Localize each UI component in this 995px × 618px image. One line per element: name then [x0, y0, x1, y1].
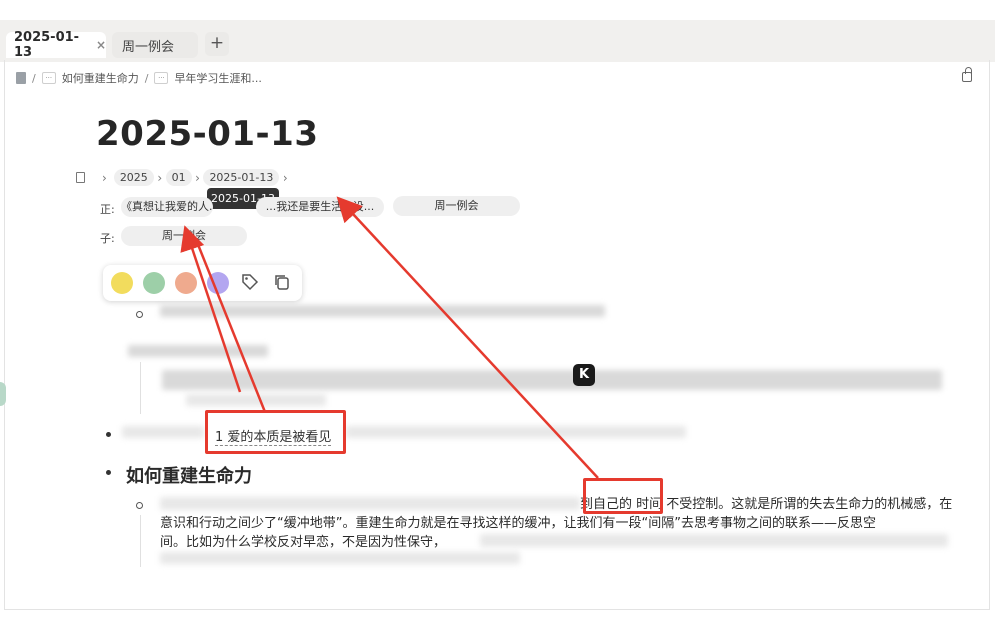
color-orange[interactable] [175, 272, 197, 294]
blurred-text [160, 305, 605, 317]
page-title: 2025-01-13 [96, 114, 319, 154]
color-toolbar [103, 265, 302, 301]
indent-guide [140, 515, 141, 567]
block-icon: ··· [154, 72, 169, 84]
path-month[interactable]: 01 [165, 169, 192, 186]
tab-weekly-meeting[interactable]: 周一例会 [112, 32, 198, 58]
document-icon[interactable] [16, 72, 26, 84]
tab-close-icon[interactable]: × [96, 38, 106, 52]
block-icon: ··· [41, 72, 56, 84]
breadcrumb-item-early-study[interactable]: 早年学习生涯和... [174, 70, 262, 86]
blurred-text [160, 497, 580, 510]
breadcrumb-separator: / [32, 71, 36, 85]
tab-label: 2025-01-13 [14, 30, 80, 60]
breadcrumb-item-rebuild-vitality[interactable]: 如何重建生命力 [62, 70, 139, 86]
list-bullet [106, 470, 111, 475]
color-yellow[interactable] [111, 272, 133, 294]
annotation-highlight-box [205, 410, 346, 454]
page-doc-icon[interactable] [76, 172, 85, 183]
content-left-border [4, 60, 5, 610]
tab-label: 周一例会 [122, 39, 175, 55]
list-bullet [136, 311, 143, 318]
window-top-strip [0, 0, 995, 26]
chevron-right-icon: › [157, 170, 163, 185]
content-bottom-border [4, 609, 990, 610]
chevron-right-icon: › [195, 170, 200, 185]
blurred-text [122, 426, 204, 438]
k-app-icon[interactable]: K [573, 364, 595, 386]
chevron-right-icon: › [102, 170, 107, 185]
tag-icon[interactable] [240, 273, 260, 293]
blurred-text [128, 345, 268, 357]
blurred-text [186, 394, 326, 406]
color-purple[interactable] [207, 272, 229, 294]
blurred-text [162, 370, 942, 390]
forward-link-label: 正: [100, 203, 115, 216]
blurred-text [160, 552, 520, 564]
indent-guide [140, 362, 141, 414]
forward-link-item[interactable]: 《真想让我爱的人... [121, 197, 213, 217]
copy-icon[interactable] [272, 273, 292, 293]
breadcrumb-separator: / [144, 71, 149, 85]
blurred-text [346, 426, 686, 438]
content-right-border [989, 60, 990, 610]
forward-link-item[interactable]: ...我还是要生活...设... [256, 197, 384, 217]
child-link-item[interactable]: 周一例会 [121, 226, 247, 246]
blurred-text [480, 534, 948, 547]
section-heading: 如何重建生命力 [126, 466, 252, 487]
child-link-label: 子: [100, 232, 115, 245]
breadcrumb: / ··· 如何重建生命力 / ··· 早年学习生涯和... [16, 70, 262, 86]
chevron-right-icon: › [282, 170, 288, 185]
new-tab-button[interactable]: + [205, 32, 229, 56]
list-bullet [106, 432, 111, 437]
path-year[interactable]: 2025 [113, 169, 154, 186]
path-day[interactable]: 2025-01-13 [203, 169, 280, 186]
list-bullet [136, 502, 143, 509]
paragraph-line: 意识和行动之间少了“缓冲地带”。重建生命力就是在寻找这样的缓冲，让我们有一段“间… [160, 516, 876, 531]
tab-2025-01-13[interactable]: 2025-01-13 × [6, 30, 106, 60]
annotation-highlight-box [583, 478, 663, 514]
path-crumbs: › 2025 › 01 › 2025-01-13 › [102, 168, 288, 187]
forward-link-item[interactable]: 周一例会 [393, 196, 520, 216]
side-handle[interactable] [0, 382, 6, 406]
lock-icon[interactable] [962, 67, 972, 82]
color-green[interactable] [143, 272, 165, 294]
paragraph-line: 间。比如为什么学校反对早恋，不是因为性保守， [160, 535, 447, 550]
